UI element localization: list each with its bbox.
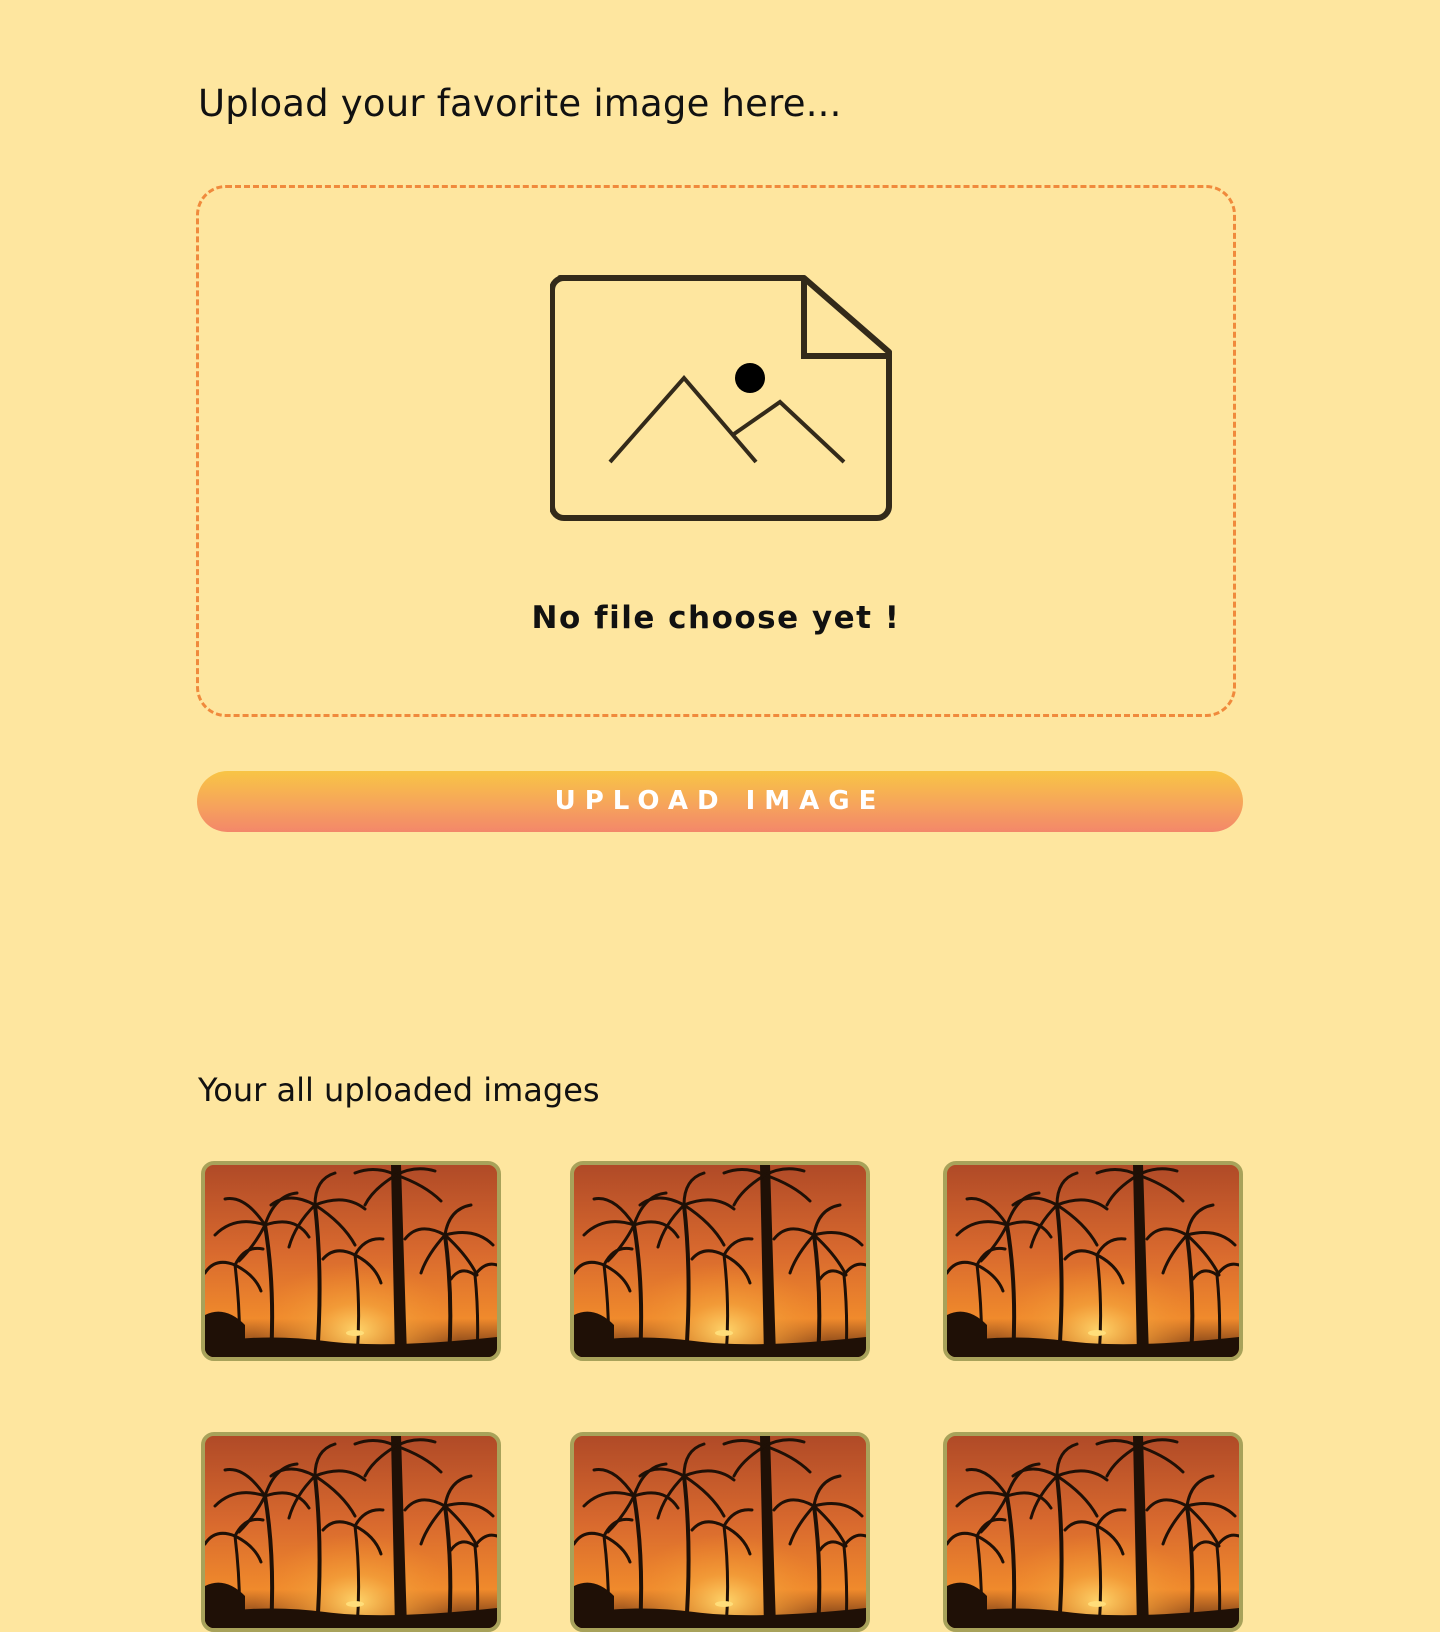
file-dropzone[interactable]: No file choose yet ! bbox=[196, 185, 1236, 717]
gallery-thumbnail[interactable] bbox=[943, 1161, 1243, 1361]
upload-image-button[interactable]: UPLOAD IMAGE bbox=[197, 771, 1243, 832]
palm-sunset-photo bbox=[205, 1436, 497, 1628]
image-file-icon bbox=[550, 275, 892, 521]
palm-sunset-photo bbox=[947, 1165, 1239, 1357]
palm-sunset-photo bbox=[947, 1436, 1239, 1628]
palm-sunset-photo bbox=[205, 1165, 497, 1357]
upload-heading: Upload your favorite image here... bbox=[198, 82, 842, 125]
palm-sunset-photo bbox=[574, 1436, 866, 1628]
gallery-thumbnail[interactable] bbox=[570, 1161, 870, 1361]
gallery-thumbnail[interactable] bbox=[943, 1432, 1243, 1632]
gallery-thumbnail[interactable] bbox=[570, 1432, 870, 1632]
gallery-thumbnail[interactable] bbox=[201, 1432, 501, 1632]
palm-sunset-photo bbox=[574, 1165, 866, 1357]
gallery-heading: Your all uploaded images bbox=[198, 1071, 600, 1109]
gallery-thumbnail[interactable] bbox=[201, 1161, 501, 1361]
no-file-status: No file choose yet ! bbox=[531, 600, 901, 636]
